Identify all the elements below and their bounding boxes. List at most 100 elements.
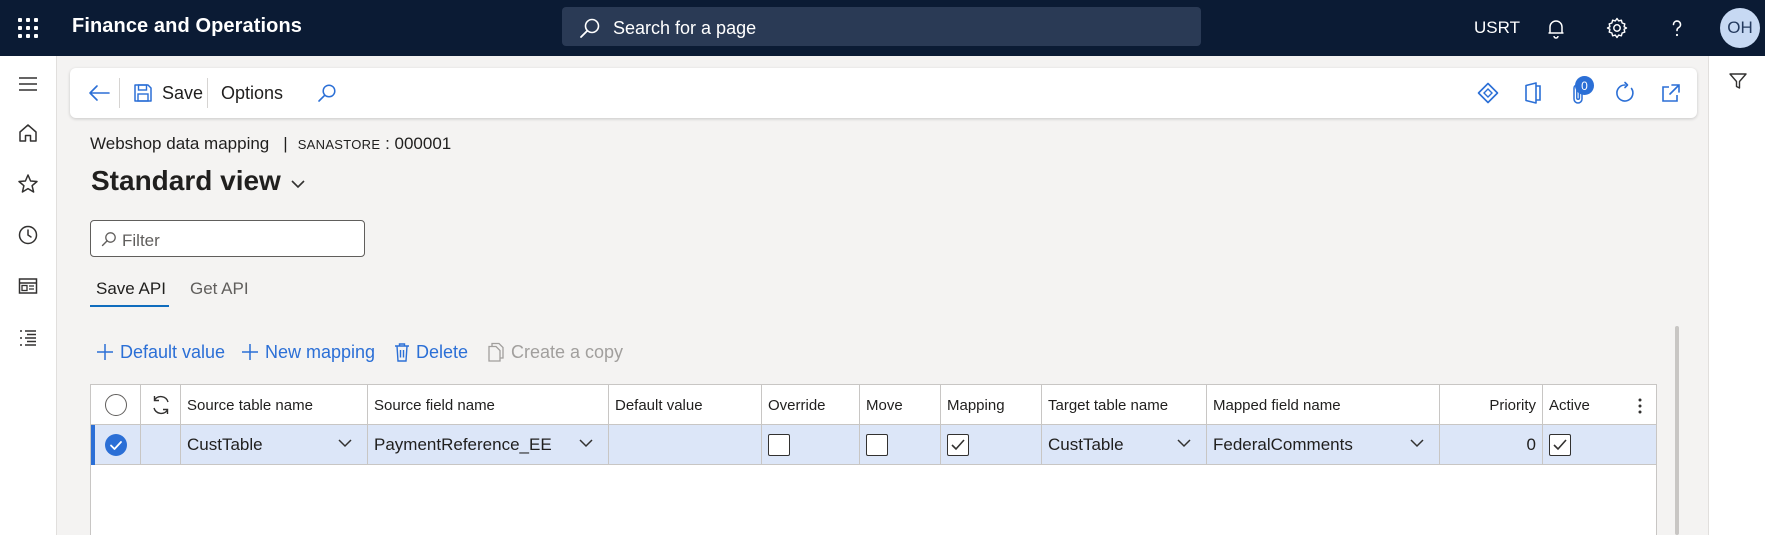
hamburger-icon[interactable]	[16, 72, 40, 96]
checkmark-icon	[1553, 439, 1567, 451]
col-mapping[interactable]: Mapping	[941, 385, 1042, 425]
source-table-select[interactable]: CustTable	[181, 425, 368, 465]
selected-row-indicator	[91, 425, 95, 465]
copy-icon	[488, 342, 504, 362]
breadcrumb-record-prefix: SANASTORE	[297, 137, 381, 152]
tab-get-api[interactable]: Get API	[190, 279, 249, 299]
row-select-cell	[91, 425, 141, 465]
col-source-field-name[interactable]: Source field name	[368, 385, 609, 425]
active-tab-indicator	[90, 305, 169, 307]
source-field-select[interactable]: PaymentReference_EE	[368, 425, 609, 465]
col-override[interactable]: Override	[762, 385, 860, 425]
mapped-field-value: FederalComments	[1213, 435, 1353, 454]
target-table-value: CustTable	[1048, 435, 1124, 454]
search-box[interactable]: Search for a page	[562, 7, 1201, 46]
breadcrumb: Webshop data mapping | SANASTORE : 000001	[90, 134, 451, 154]
left-navigation	[0, 56, 57, 535]
mapping-cell	[941, 425, 1042, 465]
col-target-table-name[interactable]: Target table name	[1042, 385, 1207, 425]
delete-label: Delete	[416, 341, 469, 362]
filter-funnel-icon[interactable]	[1728, 71, 1748, 91]
right-pane	[1708, 56, 1765, 535]
save-button[interactable]: Save	[133, 68, 203, 118]
power-apps-icon[interactable]	[1476, 81, 1500, 105]
top-bar: Finance and Operations Search for a page…	[0, 0, 1765, 56]
refresh-column-cell	[141, 385, 181, 425]
star-icon[interactable]	[16, 172, 40, 196]
chevron-down-icon[interactable]	[337, 437, 353, 449]
new-mapping-label: New mapping	[265, 341, 376, 362]
options-menu[interactable]: Options	[221, 68, 283, 118]
default-value-button[interactable]: Default value	[96, 340, 225, 364]
app-title[interactable]: Finance and Operations	[72, 15, 302, 38]
breadcrumb-separator: |	[283, 134, 288, 153]
attachment-count-badge: 0	[1575, 76, 1594, 95]
office-icon[interactable]	[1522, 81, 1544, 105]
delete-button[interactable]: Delete	[394, 340, 468, 364]
row-refresh-cell	[141, 425, 181, 465]
override-cell	[762, 425, 860, 465]
vertical-scrollbar[interactable]	[1675, 326, 1679, 535]
default-value-label: Default value	[120, 341, 226, 362]
mapping-checkbox[interactable]	[947, 434, 969, 456]
more-options-icon[interactable]	[1637, 397, 1643, 415]
col-active-label: Active	[1549, 396, 1590, 414]
col-mapped-field-name[interactable]: Mapped field name	[1207, 385, 1440, 425]
avatar[interactable]: OH	[1720, 8, 1760, 48]
select-all-checkbox[interactable]	[104, 394, 127, 416]
active-cell	[1543, 425, 1656, 465]
default-value-input[interactable]	[609, 425, 762, 465]
open-in-new-window-icon[interactable]	[1660, 82, 1682, 104]
search-icon	[101, 232, 116, 247]
col-move[interactable]: Move	[860, 385, 941, 425]
col-priority[interactable]: Priority	[1440, 385, 1543, 425]
filter-placeholder: Filter	[122, 231, 160, 250]
active-checkbox[interactable]	[1549, 434, 1571, 456]
table-row[interactable]: CustTable PaymentReference_EE CustTable …	[91, 425, 1656, 465]
col-source-table-name[interactable]: Source table name	[181, 385, 368, 425]
breadcrumb-page: Webshop data mapping	[90, 134, 270, 153]
filter-input[interactable]: Filter	[90, 220, 365, 257]
workspaces-icon[interactable]	[16, 274, 40, 298]
modules-icon[interactable]	[16, 326, 40, 350]
grid-header: Source table name Source field name Defa…	[91, 385, 1656, 425]
chevron-down-icon[interactable]	[1409, 437, 1425, 449]
row-selected-checkmark-icon[interactable]	[104, 434, 127, 456]
gear-icon[interactable]	[1605, 16, 1629, 40]
search-icon	[580, 18, 600, 38]
chevron-down-icon[interactable]	[1176, 437, 1192, 449]
app-launcher-icon[interactable]	[16, 16, 40, 40]
create-copy-button[interactable]: Create a copy	[487, 340, 623, 364]
separator	[207, 78, 208, 108]
bell-icon[interactable]	[1544, 16, 1568, 40]
tab-save-api[interactable]: Save API	[96, 279, 166, 299]
breadcrumb-record-suffix: : 000001	[380, 134, 452, 153]
chevron-down-icon[interactable]	[578, 437, 594, 449]
action-bar: Save Options 0	[70, 68, 1697, 118]
move-cell	[860, 425, 941, 465]
refresh-icon[interactable]	[1613, 81, 1637, 105]
move-checkbox[interactable]	[866, 434, 888, 456]
view-title[interactable]: Standard view	[91, 165, 281, 197]
source-field-value: PaymentReference_EE	[374, 435, 552, 454]
sync-icon[interactable]	[150, 394, 172, 416]
checkmark-icon	[951, 439, 965, 451]
mapped-field-select[interactable]: FederalComments	[1207, 425, 1440, 465]
mapping-grid: Source table name Source field name Defa…	[90, 384, 1657, 535]
help-icon[interactable]	[1665, 16, 1689, 40]
find-icon[interactable]	[317, 83, 337, 103]
separator	[119, 78, 120, 108]
clock-icon[interactable]	[16, 223, 40, 247]
back-arrow-icon[interactable]	[88, 83, 110, 103]
priority-input[interactable]: 0	[1440, 425, 1543, 465]
new-mapping-button[interactable]: New mapping	[241, 340, 375, 364]
home-icon[interactable]	[16, 121, 40, 145]
chevron-down-icon[interactable]	[290, 178, 306, 190]
company-picker[interactable]: USRT	[1474, 0, 1520, 56]
override-checkbox[interactable]	[768, 434, 790, 456]
target-table-select[interactable]: CustTable	[1042, 425, 1207, 465]
col-default-value[interactable]: Default value	[609, 385, 762, 425]
plus-icon	[97, 344, 113, 360]
search-placeholder: Search for a page	[613, 18, 757, 38]
save-icon	[134, 84, 152, 102]
